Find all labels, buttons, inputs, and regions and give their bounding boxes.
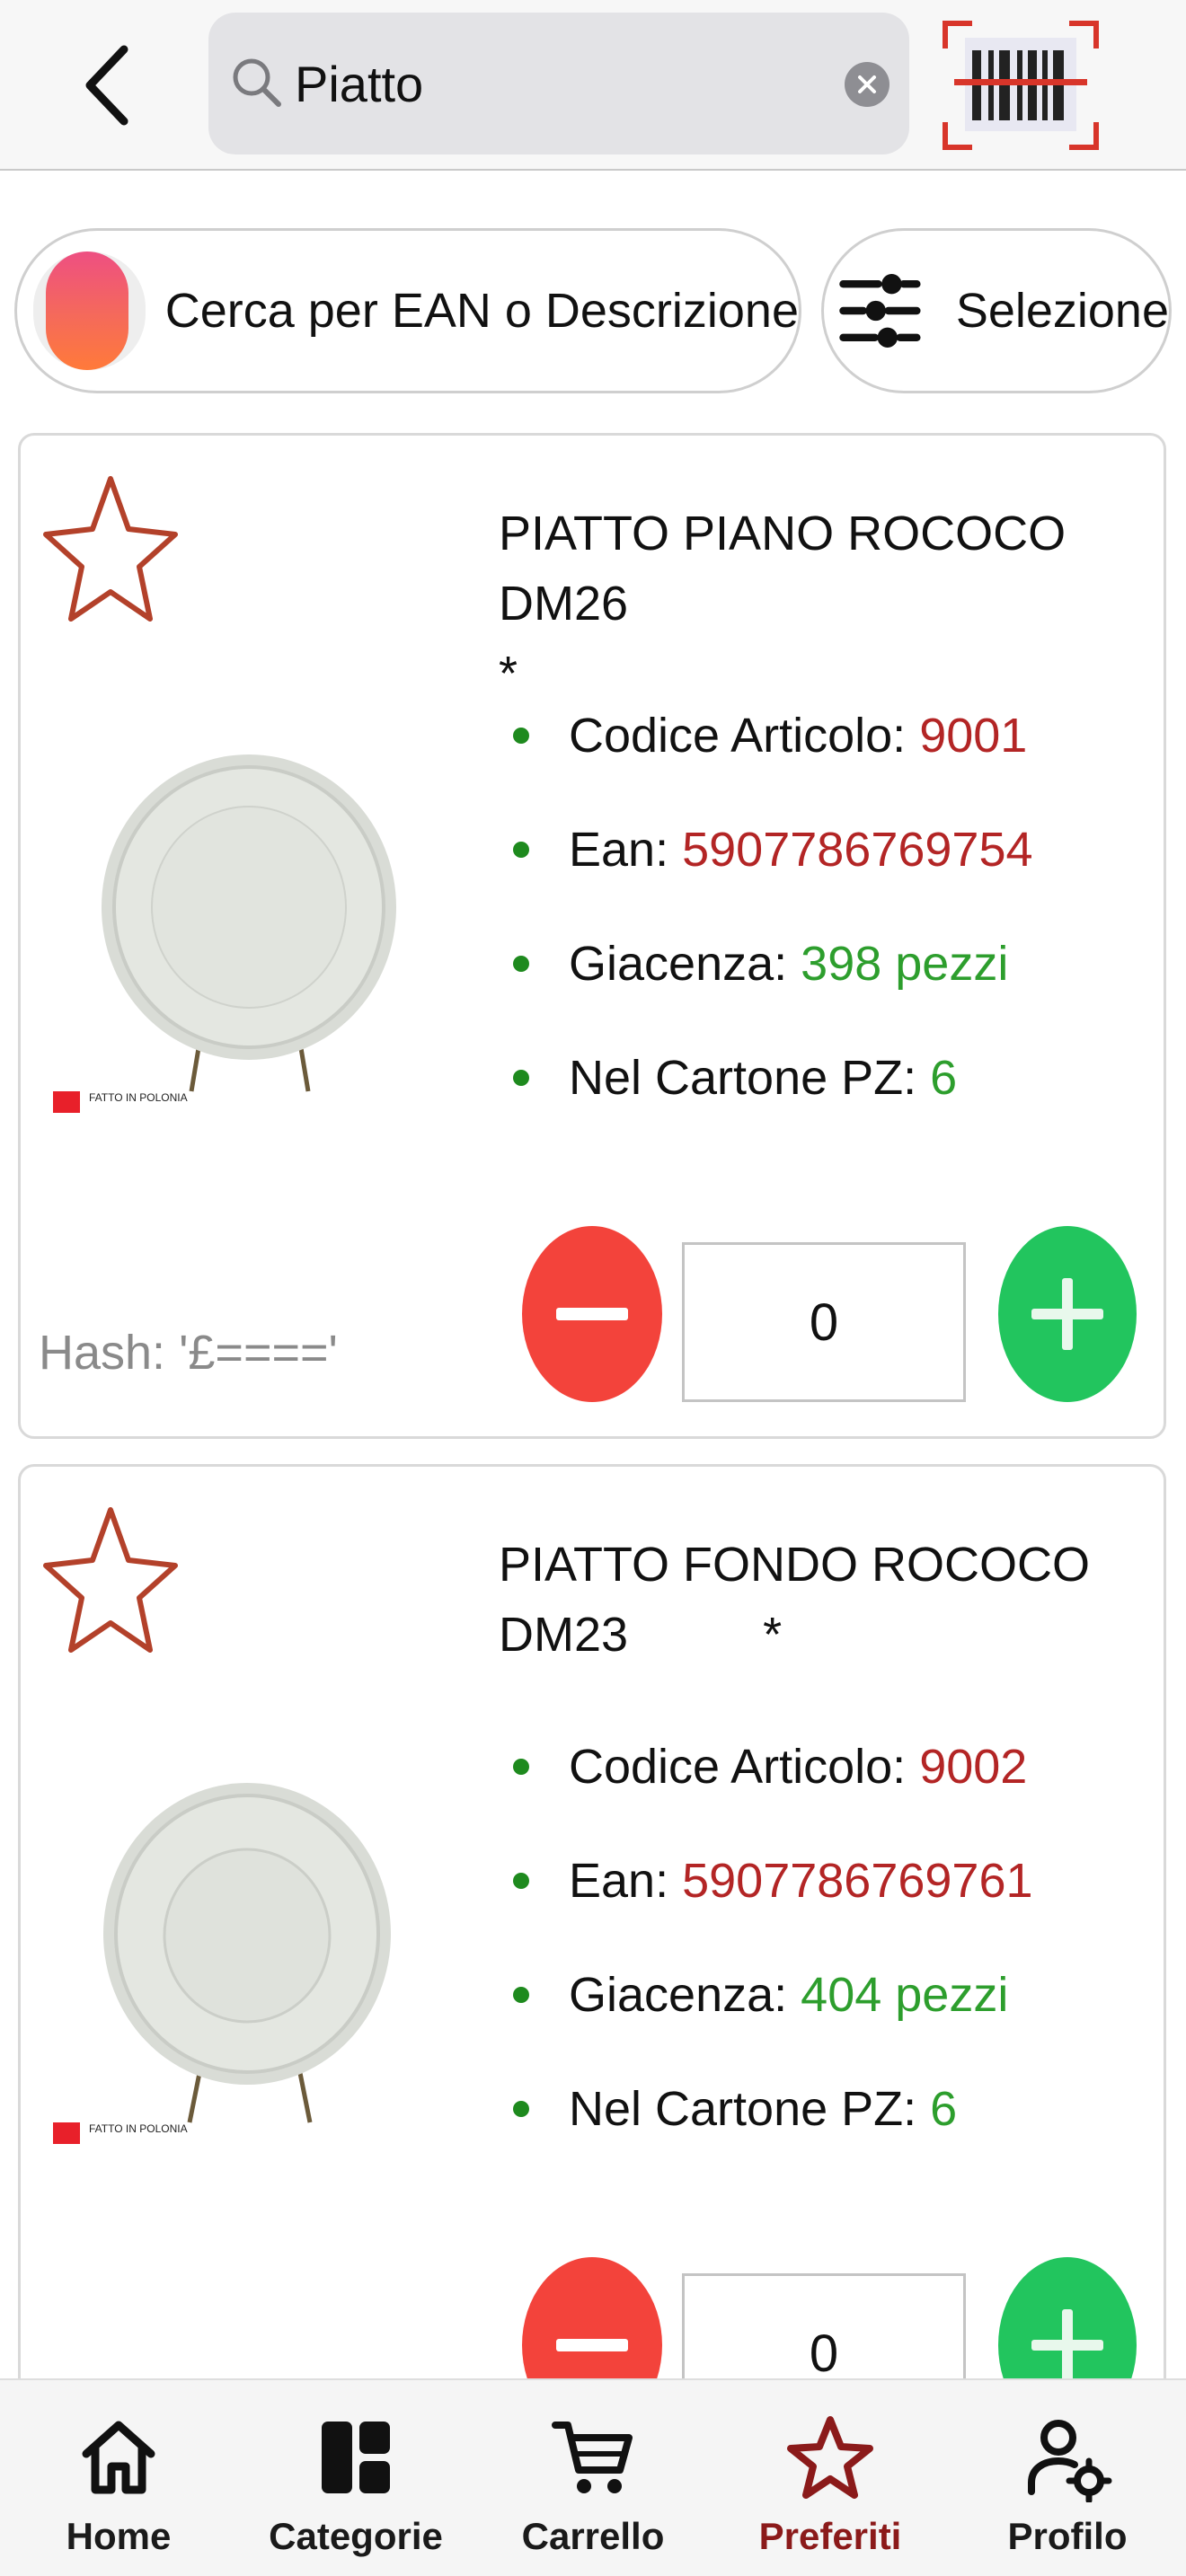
search-mode-label: Cerca per EAN o Descrizione [164,284,799,338]
spec-code: Codice Articolo: 9001 [513,678,1033,792]
stock-value: 398 pezzi [801,936,1009,991]
spec-ean: Ean: 5907786769761 [513,1823,1033,1937]
nav-item-categories[interactable]: Categorie [237,2380,474,2576]
search-mode-toggle[interactable] [33,251,146,370]
ean-value: 5907786769754 [682,822,1033,877]
product-card: FATTO IN POLONIA PIATTO FONDO ROCOCO DM2… [18,1464,1166,2470]
categories-icon [322,2422,390,2493]
selection-label: Selezione [955,284,1169,338]
increase-quantity-button[interactable] [998,1226,1137,1402]
nav-label-favorites: Preferiti [758,2515,902,2557]
product-title: PIATTO FONDO ROCOCO DM23 * [499,1538,1091,1662]
nav-label-cart: Carrello [521,2515,665,2557]
code-value: 9001 [919,708,1028,763]
product-card: FATTO IN POLONIA PIATTO PIANO ROCOCO DM2… [18,433,1166,1439]
clear-search-button[interactable] [845,62,890,107]
nav-item-cart[interactable]: Carrello [474,2380,712,2576]
nav-label-profile: Profilo [1007,2515,1128,2557]
spec-carton: Nel Cartone PZ: 6 [513,1020,1033,1134]
spec-ean: Ean: 5907786769754 [513,792,1033,906]
product-hash: Hash: '£====' [39,1326,338,1380]
decrease-quantity-button[interactable] [522,1226,662,1402]
star-icon [787,2416,873,2499]
favorite-star-icon[interactable] [39,459,182,639]
profile-settings-icon [1028,2420,1112,2502]
bullet-icon [513,1986,529,2003]
bullet-icon [513,955,529,972]
code-value: 9002 [919,1739,1028,1794]
product-image: FATTO IN POLONIA [30,1745,474,2158]
bullet-icon [513,841,529,858]
search-input[interactable]: Piatto [295,13,423,154]
close-icon [858,75,876,93]
home-icon [82,2421,155,2494]
bullet-icon [513,1758,529,1775]
bullet-icon [513,2100,529,2117]
search-field[interactable]: Piatto [208,13,909,154]
spec-stock: Giacenza: 404 pezzi [513,1937,1033,2051]
nav-item-favorites[interactable]: Preferiti [712,2380,949,2576]
barcode-scanner-icon [943,21,1099,150]
quantity-field[interactable]: 0 [682,1242,966,1402]
product-image: FATTO IN POLONIA [30,714,474,1127]
ean-value: 5907786769761 [682,1853,1033,1908]
poland-flag-icon [53,1091,80,1113]
cart-icon [552,2422,633,2493]
toggle-knob [46,251,128,370]
minus-icon [556,2339,628,2351]
nav-item-home[interactable]: Home [0,2380,237,2576]
image-caption: FATTO IN POLONIA [89,1091,188,1104]
bullet-icon [513,1069,529,1086]
chevron-left-icon [85,45,128,126]
search-icon [233,58,281,107]
bullet-icon [513,1872,529,1889]
sliders-icon [839,274,921,348]
bowl-plate-image [30,1745,474,2158]
product-specs: Codice Articolo: 9002 Ean: 5907786769761… [513,1709,1033,2166]
image-caption: FATTO IN POLONIA [89,2122,188,2135]
spec-carton: Nel Cartone PZ: 6 [513,2051,1033,2166]
back-button[interactable] [72,36,144,135]
barcode-scan-button[interactable] [942,20,1100,151]
bullet-icon [513,727,529,744]
plus-icon [1031,1278,1103,1350]
plate-image [30,714,474,1127]
spec-stock: Giacenza: 398 pezzi [513,906,1033,1020]
nav-label-categories: Categorie [269,2515,443,2557]
minus-icon [556,1308,628,1320]
poland-flag-icon [53,2122,80,2144]
carton-value: 6 [930,1050,958,1105]
search-mode-toggle-pill[interactable]: Cerca per EAN o Descrizione [14,228,801,393]
spec-code: Codice Articolo: 9002 [513,1709,1033,1823]
nav-item-profile[interactable]: Profilo [949,2380,1186,2576]
plus-icon [1031,2309,1103,2381]
bottom-navigation: Home Categorie Carrello Preferiti Profil… [0,2378,1186,2576]
carton-value: 6 [930,2081,958,2136]
favorite-star-icon[interactable] [39,1490,182,1670]
stock-value: 404 pezzi [801,1967,1009,2022]
product-title: PIATTO PIANO ROCOCO DM26 * [499,507,1067,701]
nav-label-home: Home [66,2515,172,2557]
top-bar: Piatto [0,0,1186,171]
product-specs: Codice Articolo: 9001 Ean: 5907786769754… [513,678,1033,1134]
selection-button[interactable]: Selezione [821,228,1172,393]
